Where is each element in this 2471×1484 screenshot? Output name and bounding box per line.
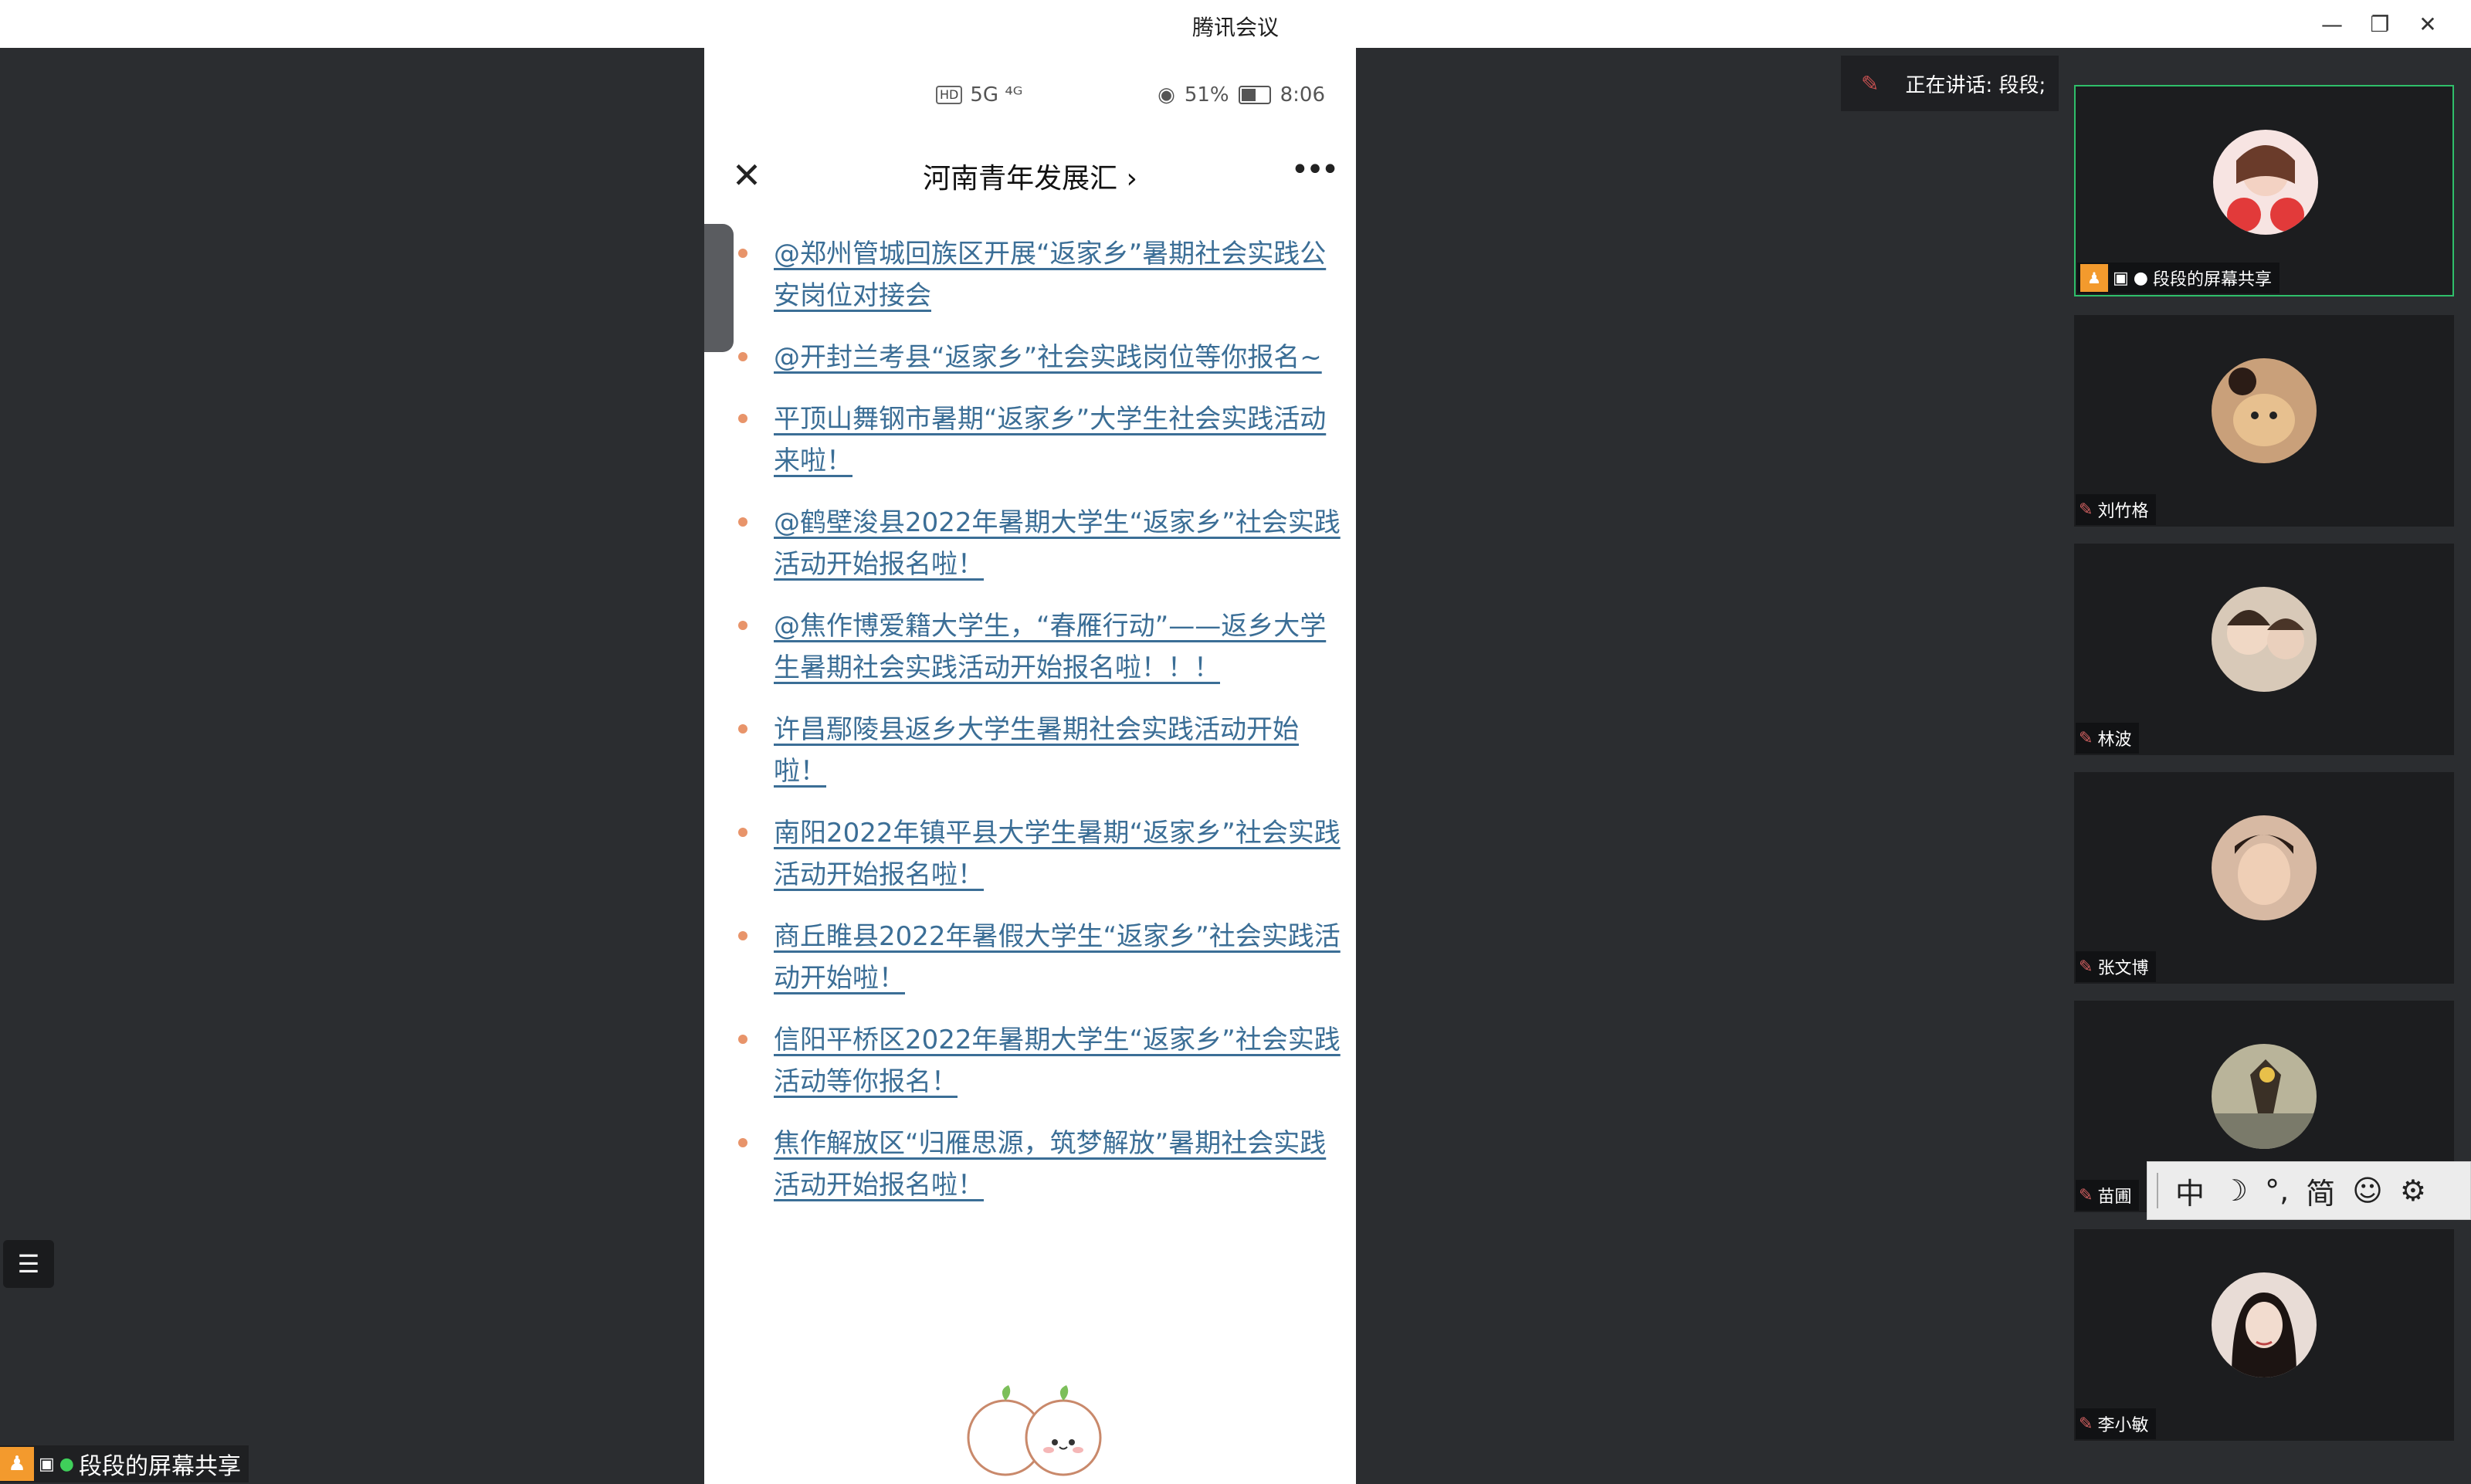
participant-name: 林波	[2097, 730, 2132, 750]
screen-share-icon: ▣	[39, 1454, 55, 1474]
list-icon[interactable]: ☰	[3, 1240, 54, 1288]
host-icon: ♟	[0, 1447, 34, 1481]
list-item: 商丘睢县2022年暑假大学生“返家乡”社会实践活动开始啦！	[738, 916, 1341, 999]
article-link[interactable]: @焦作博爱籍大学生，“春雁行动”——返乡大学生暑期社会实践活动开始报名啦！！！	[774, 605, 1341, 689]
account-title: 河南青年发展汇	[923, 163, 1118, 195]
article-link[interactable]: 焦作解放区“归雁思源，筑梦解放”暑期社会实践活动开始报名啦！	[774, 1123, 1341, 1206]
account-name[interactable]: 河南青年发展汇 ›	[704, 156, 1356, 196]
list-item: @鹤壁浚县2022年暑期大学生“返家乡”社会实践活动开始报名啦！	[738, 502, 1341, 585]
battery-percent: 51%	[1184, 83, 1229, 107]
article-link[interactable]: 许昌鄢陵县返乡大学生暑期社会实践活动开始啦！	[774, 709, 1341, 792]
screen-share-badge: ♟ ▣ ● 段段的屏幕共享	[0, 1445, 249, 1482]
participant-label: ✎ 苗圃	[2076, 1180, 2140, 1211]
list-item: @郑州管城回族区开展“返家乡”暑期社会实践公安岗位对接会	[738, 233, 1341, 317]
gear-icon[interactable]: ⚙	[2400, 1174, 2426, 1208]
ime-chinese-mode[interactable]: 中	[2175, 1170, 2205, 1212]
article-link[interactable]: 商丘睢县2022年暑假大学生“返家乡”社会实践活动开始啦！	[774, 916, 1341, 999]
article-link[interactable]: 信阳平桥区2022年暑期大学生“返家乡”社会实践活动等你报名！	[774, 1019, 1341, 1103]
phone-status-bar: HD 5G ⁴ᴳ ◉ 51% 8:06	[704, 79, 1356, 113]
participant-label: ✎ 林波	[2076, 723, 2140, 754]
avatar	[2212, 815, 2317, 920]
bullet-dot	[738, 517, 747, 527]
article-link[interactable]: @开封兰考县“返家乡”社会实践岗位等你报名~	[774, 337, 1341, 378]
avatar	[2213, 130, 2318, 235]
eye-icon: ◉	[1158, 83, 1175, 107]
participant-tile[interactable]: ✎ 林波	[2074, 544, 2454, 755]
bullet-dot	[738, 724, 747, 734]
bullet-dot	[738, 1138, 747, 1147]
hd-badge: HD	[936, 86, 963, 104]
bullet-dot	[738, 1035, 747, 1044]
article-link[interactable]: 平顶山舞钢市暑期“返家乡”大学生社会实践活动来啦！	[774, 398, 1341, 482]
participant-label: ✎ 张文博	[2076, 951, 2157, 982]
share-badge-label: 段段的屏幕共享	[79, 1453, 241, 1480]
mic-off-icon: ✎	[2079, 728, 2093, 748]
participant-name: 苗圃	[2097, 1188, 2132, 1207]
punctuation-icon[interactable]: °,	[2265, 1174, 2289, 1208]
participant-label: ✎ 李小敏	[2076, 1408, 2157, 1439]
ime-toolbar: 中 ☽ °, 简 ☺ ⚙	[2147, 1161, 2471, 1220]
avatar	[2212, 1272, 2317, 1377]
emoji-icon[interactable]: ☺	[2352, 1174, 2383, 1208]
restore-button[interactable]: ❐	[2358, 6, 2402, 42]
bullet-dot	[738, 621, 747, 630]
phone-time: 8:06	[1280, 83, 1325, 107]
ime-drag-handle[interactable]	[2157, 1173, 2158, 1208]
mic-off-icon: ✎	[2079, 500, 2093, 520]
participant-tile[interactable]: ✎ 李小敏	[2074, 1229, 2454, 1441]
mic-off-icon: ✎	[2079, 957, 2093, 977]
article-list: @郑州管城回族区开展“返家乡”暑期社会实践公安岗位对接会 @开封兰考县“返家乡”…	[738, 233, 1341, 1226]
side-handle[interactable]	[704, 224, 734, 352]
bullet-dot	[738, 352, 747, 361]
speaking-text: 正在讲话: 段段;	[1905, 73, 2046, 97]
window-title: 腾讯会议	[1191, 15, 1279, 40]
participant-tile[interactable]: ♟ ▣ ● 段段的屏幕共享	[2074, 85, 2454, 296]
mic-off-icon: ✎	[2079, 1414, 2093, 1434]
title-bar: 腾讯会议 — ❐ ✕	[0, 0, 2471, 49]
avatar	[2212, 587, 2317, 692]
peach-mascots-illustration	[967, 1385, 1102, 1476]
ime-simplified-mode[interactable]: 简	[2306, 1170, 2335, 1212]
participant-panel: ♟ ▣ ● 段段的屏幕共享 ✎ 刘竹格 ✎ 林波 ✎ 张文博 ✎ 苗圃 ✎ 李小…	[2059, 48, 2471, 1484]
article-header: ✕ 河南青年发展汇 › •••	[704, 141, 1356, 210]
article-link[interactable]: @鹤壁浚县2022年暑期大学生“返家乡”社会实践活动开始报名啦！	[774, 502, 1341, 585]
list-item: 焦作解放区“归雁思源，筑梦解放”暑期社会实践活动开始报名啦！	[738, 1123, 1341, 1206]
participant-label: ✎ 刘竹格	[2076, 494, 2157, 525]
battery-icon	[1238, 86, 1271, 104]
avatar	[2212, 1044, 2317, 1149]
list-item: 平顶山舞钢市暑期“返家乡”大学生社会实践活动来啦！	[738, 398, 1341, 482]
avatar	[2212, 358, 2317, 463]
minimize-button[interactable]: —	[2310, 6, 2354, 42]
article-link[interactable]: @郑州管城回族区开展“返家乡”暑期社会实践公安岗位对接会	[774, 233, 1341, 317]
article-link[interactable]: 南阳2022年镇平县大学生暑期“返家乡”社会实践活动开始报名啦！	[774, 812, 1341, 896]
more-icon[interactable]: •••	[1286, 148, 1341, 202]
bullet-dot	[738, 931, 747, 940]
list-item: 许昌鄢陵县返乡大学生暑期社会实践活动开始啦！	[738, 709, 1341, 792]
participant-name: 张文博	[2097, 959, 2149, 978]
participant-name: 段段的屏幕共享	[2153, 270, 2273, 290]
bullet-dot	[738, 828, 747, 837]
shared-phone-screen: HD 5G ⁴ᴳ ◉ 51% 8:06 ✕ 河南青年发展汇 › ••• @郑州管…	[704, 48, 1356, 1484]
mic-icon: ●	[2133, 268, 2148, 288]
participant-name: 刘竹格	[2097, 502, 2149, 521]
list-item: @焦作博爱籍大学生，“春雁行动”——返乡大学生暑期社会实践活动开始报名啦！！！	[738, 605, 1341, 689]
close-button[interactable]: ✕	[2406, 6, 2449, 42]
participant-name: 李小敏	[2097, 1416, 2149, 1435]
bullet-dot	[738, 414, 747, 423]
signal-icon: 5G ⁴ᴳ	[970, 83, 1023, 107]
chevron-right-icon: ›	[1126, 163, 1137, 195]
mic-off-icon: ✎	[1861, 70, 1880, 97]
participant-tile[interactable]: ✎ 刘竹格	[2074, 315, 2454, 527]
participant-tile[interactable]: ✎ 张文博	[2074, 772, 2454, 984]
bullet-dot	[738, 249, 747, 258]
list-item: @开封兰考县“返家乡”社会实践岗位等你报名~	[738, 337, 1341, 378]
participant-label: ♟ ▣ ● 段段的屏幕共享	[2077, 263, 2280, 293]
mic-off-icon: ✎	[2079, 1185, 2093, 1205]
moon-icon[interactable]: ☽	[2222, 1174, 2248, 1208]
list-item: 南阳2022年镇平县大学生暑期“返家乡”社会实践活动开始报名啦！	[738, 812, 1341, 896]
list-item: 信阳平桥区2022年暑期大学生“返家乡”社会实践活动等你报名！	[738, 1019, 1341, 1103]
host-icon: ♟	[2080, 264, 2108, 292]
screen-share-icon: ▣	[2113, 268, 2129, 288]
mic-icon: ●	[59, 1454, 74, 1474]
